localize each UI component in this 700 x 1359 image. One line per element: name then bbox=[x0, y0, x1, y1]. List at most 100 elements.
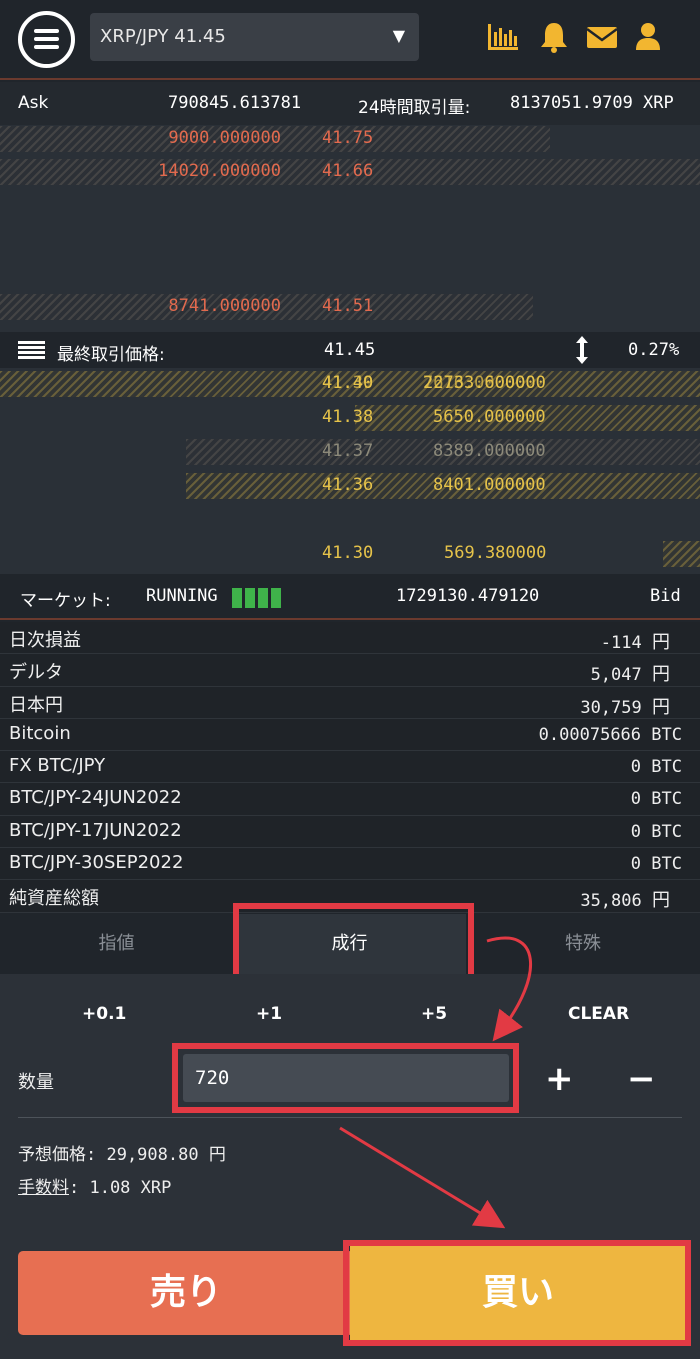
fee-value: : 1.08 XRP bbox=[69, 1178, 172, 1198]
balance-unit: BTC bbox=[651, 724, 682, 745]
balance-value: 0 bbox=[630, 854, 642, 875]
ask-amount: 9000.000000 bbox=[168, 128, 281, 148]
bid-row[interactable]: 41.36 8401.000000 bbox=[0, 472, 700, 500]
balance-value: 5,047 bbox=[590, 665, 642, 686]
ask-row[interactable]: 9000.000000 41.75 bbox=[0, 125, 700, 153]
balance-value: 0.00075666 bbox=[538, 724, 642, 745]
ask-total: 790845.613781 bbox=[168, 93, 302, 113]
balance-label: FX BTC/JPY bbox=[9, 755, 106, 777]
fee-link[interactable]: 手数料 bbox=[18, 1178, 69, 1198]
bid-price: 41.36 bbox=[322, 475, 374, 495]
last-trade-label: 最終取引価格: bbox=[57, 345, 165, 365]
bid-amount-overlap: 7616.000000 bbox=[423, 373, 536, 393]
ask-amount: 8741.000000 bbox=[168, 296, 281, 316]
bid-amount: 569.380000 bbox=[444, 543, 547, 563]
balance-row: BTC/JPY-17JUN2022 0 BTC bbox=[0, 815, 700, 849]
mail-icon[interactable] bbox=[585, 20, 619, 54]
ask-amount: 14020.000000 bbox=[158, 161, 281, 181]
tab-special[interactable]: 特殊 bbox=[466, 914, 700, 974]
balance-unit: BTC bbox=[651, 789, 682, 810]
chart-icon[interactable] bbox=[486, 20, 520, 54]
balance-unit: 円 bbox=[652, 632, 670, 653]
bid-price: 41.30 bbox=[322, 543, 374, 563]
ask-price: 41.51 bbox=[322, 296, 374, 316]
divider bbox=[18, 1117, 682, 1118]
market-status-bar: マーケット: RUNNING 1729130.479120 Bid bbox=[0, 574, 700, 620]
list-icon[interactable] bbox=[18, 341, 45, 360]
chevron-down-icon: ▼ bbox=[392, 26, 405, 45]
balance-label: 日次損益 bbox=[9, 630, 81, 651]
balance-row: 日次損益 -114 円 bbox=[0, 622, 700, 655]
user-icon[interactable] bbox=[631, 20, 665, 54]
pair-selector[interactable]: XRP/JPY 41.45 ▼ bbox=[90, 13, 419, 61]
estimated-price-label: 予想価格 bbox=[18, 1145, 86, 1165]
bid-row[interactable]: 41.40 41.39 22733.600000 7616.000000 bbox=[0, 370, 700, 398]
balance-value: 0 bbox=[630, 757, 642, 778]
balance-label: 日本円 bbox=[9, 694, 63, 716]
balance-value: 0 bbox=[630, 821, 642, 842]
balance-list: 日次損益 -114 円 デルタ 5,047 円 日本円 30,759 円 Bit… bbox=[0, 622, 700, 913]
balance-row: FX BTC/JPY 0 BTC bbox=[0, 751, 700, 784]
bid-amount: 5650.000000 bbox=[433, 407, 546, 427]
sell-button[interactable]: 売り bbox=[18, 1251, 354, 1335]
highlight-box-market-tab bbox=[233, 903, 474, 981]
bid-label: Bid bbox=[650, 586, 681, 606]
clear-button[interactable]: CLEAR bbox=[568, 1004, 629, 1024]
ask-row[interactable]: 14020.000000 41.66 bbox=[0, 158, 700, 186]
add-0-1-button[interactable]: +0.1 bbox=[82, 1004, 126, 1024]
ask-row[interactable]: 8741.000000 41.51 bbox=[0, 293, 700, 321]
ask-label: Ask bbox=[18, 93, 49, 113]
bid-amount: 8389.000000 bbox=[433, 441, 546, 461]
balance-label: BTC/JPY-30SEP2022 bbox=[9, 852, 184, 874]
bid-amount: 8401.000000 bbox=[433, 475, 546, 495]
balance-unit: 円 bbox=[652, 696, 670, 718]
estimated-price: 予想価格: 29,908.80 円 bbox=[18, 1140, 226, 1165]
balance-unit: 円 bbox=[652, 890, 670, 912]
menu-icon[interactable] bbox=[18, 11, 75, 68]
balance-row: 日本円 30,759 円 bbox=[0, 686, 700, 719]
ask-summary-bar: Ask 790845.613781 24時間取引量: 8137051.9709 … bbox=[0, 82, 700, 125]
balance-value: 35,806 bbox=[580, 891, 642, 912]
bell-icon[interactable] bbox=[537, 20, 571, 54]
increment-button[interactable]: + bbox=[545, 1059, 574, 1099]
balance-value: 0 bbox=[630, 789, 642, 810]
fee: 手数料: 1.08 XRP bbox=[18, 1173, 171, 1198]
bid-price-overlap: 41.39 bbox=[322, 373, 374, 393]
ask-price: 41.66 bbox=[322, 161, 374, 181]
balance-row: Bitcoin 0.00075666 BTC bbox=[0, 718, 700, 752]
volume-value: 8137051.9709 XRP bbox=[510, 93, 674, 113]
last-trade-bar: 最終取引価格: 41.45 0.27% bbox=[0, 332, 700, 368]
bid-row[interactable]: 41.30 569.380000 bbox=[0, 540, 700, 568]
bid-price: 41.38 bbox=[322, 407, 374, 427]
market-status: RUNNING bbox=[146, 586, 218, 606]
decrement-button[interactable]: − bbox=[627, 1059, 656, 1099]
bid-row[interactable]: 41.37 8389.000000 bbox=[0, 438, 700, 466]
balance-row: BTC/JPY-24JUN2022 0 BTC bbox=[0, 783, 700, 816]
balance-label: Bitcoin bbox=[9, 722, 71, 744]
balance-value: -114 bbox=[600, 633, 642, 653]
balance-label: BTC/JPY-24JUN2022 bbox=[9, 787, 182, 809]
highlight-box-buy bbox=[343, 1240, 691, 1346]
bid-price: 41.37 bbox=[322, 441, 374, 461]
estimated-price-value: : 29,908.80 円 bbox=[86, 1145, 226, 1165]
pair-selector-value: XRP/JPY 41.45 bbox=[100, 26, 226, 47]
tab-limit[interactable]: 指値 bbox=[0, 914, 233, 974]
bid-row[interactable]: 41.38 5650.000000 bbox=[0, 404, 700, 432]
balance-row: BTC/JPY-30SEP2022 0 BTC bbox=[0, 848, 700, 881]
balance-label: デルタ bbox=[9, 662, 63, 684]
bid-total: 1729130.479120 bbox=[396, 586, 540, 606]
last-trade-price: 41.45 bbox=[324, 340, 376, 360]
balance-row: デルタ 5,047 円 bbox=[0, 654, 700, 687]
top-bar: XRP/JPY 41.45 ▼ bbox=[0, 0, 700, 80]
signal-bars-icon bbox=[232, 588, 284, 613]
balance-label: BTC/JPY-17JUN2022 bbox=[9, 819, 182, 841]
market-label: マーケット: bbox=[20, 591, 111, 611]
quantity-label: 数量 bbox=[18, 1072, 54, 1093]
add-5-button[interactable]: +5 bbox=[421, 1004, 447, 1024]
add-1-button[interactable]: +1 bbox=[256, 1004, 282, 1024]
highlight-box-quantity bbox=[172, 1043, 519, 1113]
ask-order-book: 9000.000000 41.75 14020.000000 41.66 874… bbox=[0, 125, 700, 332]
updown-arrow-icon bbox=[576, 336, 588, 364]
price-change: 0.27% bbox=[628, 340, 680, 360]
ask-price: 41.75 bbox=[322, 128, 374, 148]
